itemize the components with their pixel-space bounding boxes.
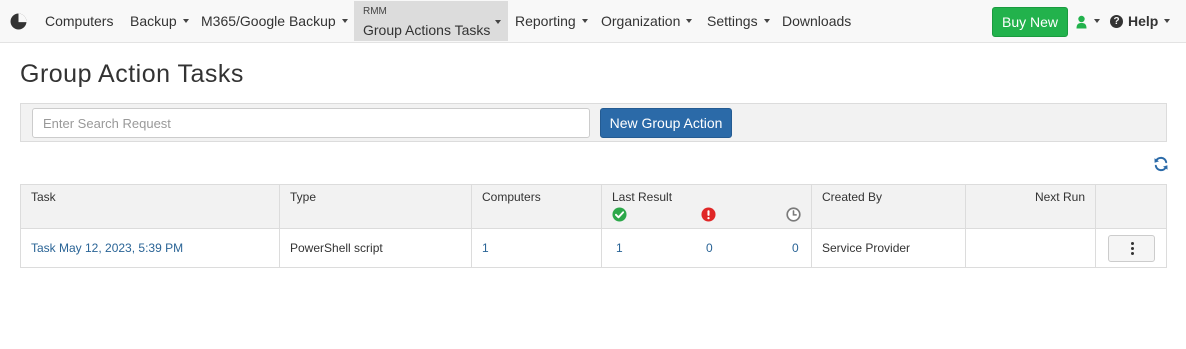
col-header-task[interactable]: Task bbox=[21, 185, 280, 229]
success-check-icon bbox=[612, 207, 627, 222]
buy-new-button[interactable]: Buy New bbox=[992, 7, 1068, 37]
cell-next-run bbox=[966, 229, 1096, 267]
nav-computers[interactable]: Computers bbox=[45, 0, 113, 42]
task-link[interactable]: Task May 12, 2023, 5:39 PM bbox=[31, 241, 183, 255]
nav-rmm-section-label: RMM bbox=[363, 6, 387, 17]
table-row: Task May 12, 2023, 5:39 PM PowerShell sc… bbox=[21, 229, 1166, 267]
nav-downloads-label: Downloads bbox=[782, 13, 852, 29]
caret-down-icon bbox=[182, 19, 189, 24]
col-header-next-run[interactable]: Next Run bbox=[966, 185, 1096, 229]
nav-rmm-label: Group Actions Tasks bbox=[363, 22, 491, 38]
col-header-created-by[interactable]: Created By bbox=[812, 185, 966, 229]
nav-backup[interactable]: Backup bbox=[130, 0, 189, 42]
caret-down-icon bbox=[495, 20, 501, 24]
nav-downloads[interactable]: Downloads bbox=[782, 0, 851, 42]
nav-m365-label: M365/Google Backup bbox=[201, 13, 336, 29]
row-actions-menu-button[interactable] bbox=[1108, 235, 1155, 262]
caret-down-icon bbox=[763, 19, 770, 24]
refresh-icon[interactable] bbox=[1153, 156, 1169, 172]
pie-chart-icon[interactable] bbox=[10, 13, 27, 30]
pending-clock-icon bbox=[786, 207, 801, 222]
nav-reporting-label: Reporting bbox=[515, 13, 576, 29]
table-header: Task Type Computers Last Result Created … bbox=[21, 185, 1166, 229]
pending-count-link[interactable]: 0 bbox=[792, 229, 799, 267]
cell-computers: 1 bbox=[472, 229, 602, 267]
vertical-ellipsis-icon bbox=[1131, 247, 1134, 250]
nav-organization-label: Organization bbox=[601, 13, 681, 29]
nav-computers-label: Computers bbox=[45, 13, 114, 29]
caret-down-icon bbox=[686, 19, 693, 24]
vertical-ellipsis-icon bbox=[1131, 252, 1134, 255]
nav-settings-label: Settings bbox=[707, 13, 758, 29]
last-result-label: Last Result bbox=[612, 190, 673, 204]
search-toolbar: New Group Action bbox=[20, 103, 1167, 142]
group-actions-table: Task Type Computers Last Result Created … bbox=[20, 184, 1167, 268]
nav-m365-google-backup[interactable]: M365/Google Backup bbox=[201, 0, 348, 42]
page-title: Group Action Tasks bbox=[20, 60, 244, 88]
error-count-link[interactable]: 0 bbox=[706, 229, 713, 267]
col-header-last-result[interactable]: Last Result bbox=[602, 185, 812, 229]
col-header-actions bbox=[1096, 185, 1166, 229]
col-header-computers[interactable]: Computers bbox=[472, 185, 602, 229]
col-header-type[interactable]: Type bbox=[280, 185, 472, 229]
vertical-ellipsis-icon bbox=[1131, 242, 1134, 245]
question-circle-icon: ? bbox=[1110, 14, 1123, 28]
nav-reporting[interactable]: Reporting bbox=[515, 0, 588, 42]
cell-created-by: Service Provider bbox=[812, 229, 966, 267]
search-input[interactable] bbox=[32, 108, 590, 138]
help-label: Help bbox=[1128, 13, 1159, 29]
nav-organization[interactable]: Organization bbox=[601, 0, 693, 42]
nav-settings[interactable]: Settings bbox=[707, 0, 770, 42]
caret-down-icon bbox=[581, 19, 588, 24]
caret-down-icon bbox=[1094, 18, 1101, 23]
success-count-link[interactable]: 1 bbox=[616, 229, 623, 267]
caret-down-icon bbox=[1164, 19, 1171, 24]
user-icon bbox=[1076, 15, 1087, 29]
caret-down-icon bbox=[341, 19, 348, 24]
computers-count-link[interactable]: 1 bbox=[482, 241, 489, 255]
cell-task: Task May 12, 2023, 5:39 PM bbox=[21, 229, 280, 267]
cell-type: PowerShell script bbox=[280, 229, 472, 267]
error-exclamation-icon bbox=[701, 207, 716, 222]
nav-backup-label: Backup bbox=[130, 13, 177, 29]
top-navbar: Computers Backup M365/Google Backup RMM … bbox=[0, 0, 1186, 43]
new-group-action-button[interactable]: New Group Action bbox=[600, 108, 732, 138]
user-menu[interactable] bbox=[1076, 13, 1101, 30]
cell-actions bbox=[1096, 229, 1166, 267]
cell-last-result: 1 0 0 bbox=[602, 229, 812, 267]
nav-rmm-group-actions-tasks[interactable]: RMM Group Actions Tasks bbox=[354, 1, 508, 41]
help-menu[interactable]: ? Help bbox=[1110, 0, 1171, 42]
